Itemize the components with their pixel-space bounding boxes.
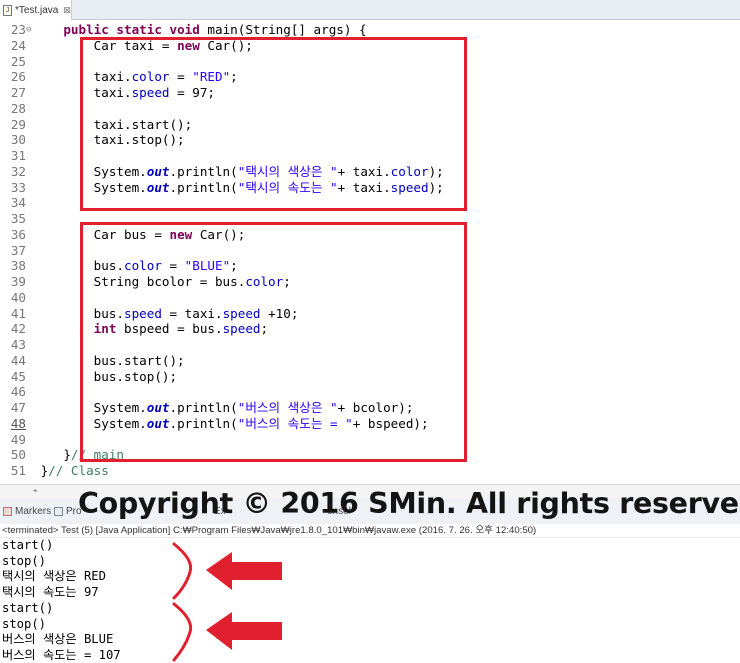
line-number: 23 <box>10 22 26 37</box>
line-number: 33 <box>10 179 26 195</box>
annotation-arrow-icon <box>206 612 282 650</box>
line-number: 36 <box>10 226 26 242</box>
console-line: 택시의 속도는 97 <box>2 585 99 600</box>
line-number: 38 <box>10 258 26 274</box>
properties-icon <box>54 507 63 516</box>
line-number: 27 <box>10 85 26 100</box>
line-number: 39 <box>10 274 26 289</box>
tab-markers[interactable]: Markers <box>3 506 51 517</box>
console-status-header: <terminated> Test (5) [Java Application]… <box>0 524 740 538</box>
line-number: 50 <box>10 447 26 463</box>
scroll-left-icon[interactable]: ◂ <box>32 486 37 496</box>
line-number: 44 <box>10 352 26 368</box>
line-number: 46 <box>10 384 26 400</box>
line-number: 28 <box>10 100 26 116</box>
console-line: start() <box>2 538 54 552</box>
line-number: 29 <box>10 116 26 132</box>
tab-markers-label: Markers <box>15 506 52 517</box>
code-token: public static void <box>63 22 200 37</box>
markers-icon <box>3 507 12 516</box>
code-token: main(String[] args) { <box>199 22 367 37</box>
console-line: stop() <box>2 553 47 568</box>
editor-tab-bar: J *Test.java ⊠ <box>0 0 740 20</box>
line-number: 31 <box>10 148 26 163</box>
code-token: } <box>33 447 71 463</box>
line-number: 43 <box>10 337 26 352</box>
annotation-arrow-icon <box>206 552 282 590</box>
annotation-bracket-icon <box>172 542 193 600</box>
line-number: 40 <box>10 289 26 305</box>
console-line: 택시의 색상은 RED <box>2 569 106 584</box>
annotation-bracket-icon <box>172 602 193 662</box>
line-number: 37 <box>10 242 26 258</box>
line-number: 34 <box>10 195 26 211</box>
copyright-watermark: Copyright © 2016 SMin. All rights reserv… <box>78 487 740 520</box>
code-token: } <box>33 463 49 478</box>
line-number: 25 <box>10 53 26 69</box>
line-number: 30 <box>10 132 26 148</box>
line-number: 26 <box>10 69 26 85</box>
code-line: 23 ⊖ public static void main(String[] arg… <box>0 22 740 38</box>
line-number: 51 <box>10 463 26 478</box>
annotation-arrows <box>172 542 282 662</box>
console-output[interactable]: start() stop() 택시의 색상은 RED 택시의 속도는 97 start(… <box>0 538 740 662</box>
line-number: 32 <box>10 163 26 179</box>
code-editor[interactable]: 23 ⊖ public static void main(String[] arg… <box>0 20 740 484</box>
line-number: 35 <box>10 211 26 226</box>
line-code: public static void main(String[] args) { <box>33 22 367 38</box>
line-number: 48 <box>10 415 26 431</box>
code-token: // Class <box>48 463 109 478</box>
annotation-box-taxi <box>80 37 467 211</box>
annotation-box-bus <box>80 222 467 462</box>
close-tab-icon[interactable]: ⊠ <box>63 5 71 16</box>
editor-tab-label: *Test.java <box>15 4 59 16</box>
line-code: }// Class <box>33 463 109 479</box>
console-line: 버스의 색상은 BLUE <box>2 632 114 647</box>
line-number: 42 <box>10 321 26 337</box>
code-line: 51 }// Class <box>0 463 740 479</box>
console-line: start() <box>2 600 54 615</box>
editor-tab-test-java[interactable]: J *Test.java ⊠ <box>0 0 72 20</box>
line-number: 45 <box>10 368 26 384</box>
line-number: 41 <box>10 305 26 321</box>
fold-toggle-icon[interactable]: ⊖ <box>26 22 31 38</box>
line-number: 49 <box>10 431 26 447</box>
console-line: 버스의 속도는 = 107 <box>2 647 121 662</box>
line-number: 47 <box>10 400 26 415</box>
console-line: stop() <box>2 616 47 631</box>
line-number: 24 <box>10 37 26 53</box>
java-file-icon: J <box>3 4 12 16</box>
